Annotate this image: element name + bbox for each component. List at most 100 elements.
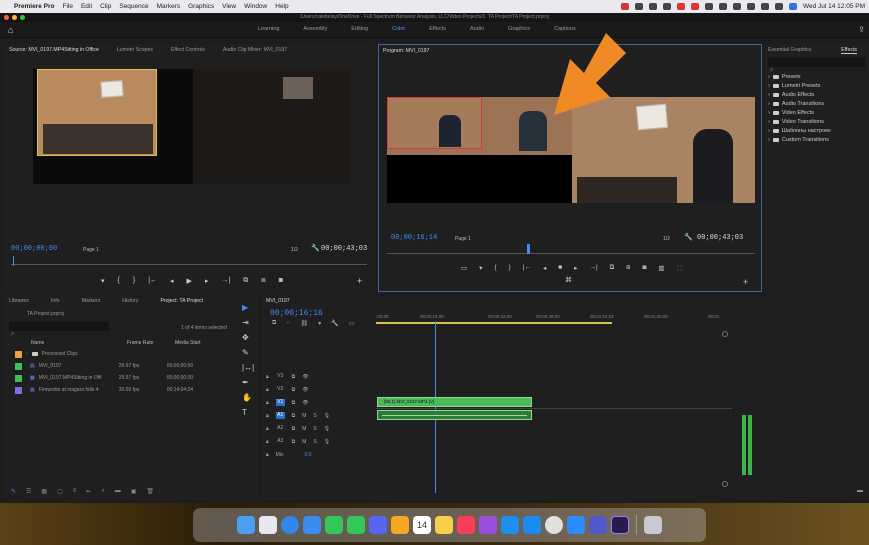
close-window-button[interactable]: [4, 15, 9, 20]
icon-view-icon[interactable]: ▦: [41, 488, 47, 495]
project-row-processed-clips[interactable]: › Processed Clips: [5, 349, 235, 359]
menu-edit[interactable]: Edit: [81, 3, 92, 10]
menu-graphics[interactable]: Graphics: [188, 3, 214, 10]
track-label[interactable]: V3: [276, 373, 285, 380]
search-icon[interactable]: [760, 3, 769, 10]
workspace-tab-audio[interactable]: Audio: [470, 26, 484, 32]
lock-icon[interactable]: 🔒︎: [266, 439, 269, 445]
program-step-fwd-icon[interactable]: ▸: [574, 264, 577, 272]
step-forward-icon[interactable]: ▸: [205, 277, 209, 285]
app-menu[interactable]: Premiere Pro: [14, 3, 54, 10]
tab-history[interactable]: History: [122, 298, 138, 304]
overwrite-icon[interactable]: ⧈: [261, 277, 265, 285]
wrench-icon[interactable]: 🔧: [311, 244, 320, 252]
program-marker-icon[interactable]: ▾: [479, 264, 482, 272]
timeline-ruler[interactable]: ;00;00 00;00;16;00 00;00;32;00 00;00;48;…: [376, 309, 730, 325]
insert-icon[interactable]: ⧉: [243, 277, 248, 285]
menu-sequence[interactable]: Sequence: [119, 3, 148, 10]
project-row-clip-fireworks[interactable]: ▦ Fireworks at niagara falls 4 30.00 fps…: [5, 385, 235, 395]
freeform-view-icon[interactable]: ▢: [57, 488, 63, 495]
lift-icon[interactable]: ⧉: [610, 264, 615, 272]
toggle-sync-icon[interactable]: ⧉: [292, 374, 296, 380]
column-frame-rate[interactable]: Frame Rate: [127, 340, 153, 346]
mute-icon[interactable]: M: [302, 413, 306, 419]
program-playhead[interactable]: [527, 244, 530, 254]
track-label[interactable]: A2: [276, 425, 285, 432]
solo-icon[interactable]: S: [313, 426, 316, 432]
program-wrench-icon[interactable]: 🔧: [684, 233, 693, 241]
track-v2[interactable]: 🔒︎ V2 ⧉ 👁︎: [266, 384, 376, 395]
program-zoom[interactable]: 1/2: [663, 236, 670, 242]
source-timecode[interactable]: 00;00;00;00: [11, 245, 57, 253]
sort-icon[interactable]: ≡: [73, 488, 77, 495]
effects-search[interactable]: ⌕: [768, 58, 865, 73]
project-row-clip-office[interactable]: ▦ MVI_0197.MP4Sitting in Offi 29.97 fps …: [5, 373, 235, 383]
mark-out-icon[interactable]: }: [133, 277, 135, 285]
workspace-tab-effects[interactable]: Effects: [429, 26, 446, 32]
trash-icon[interactable]: 🗑: [146, 488, 154, 495]
clock[interactable]: Wed Jul 14 12:05 PM: [803, 3, 865, 10]
workspace-tab-assembly[interactable]: Assembly: [303, 26, 327, 32]
panel-menu-icon[interactable]: ▬: [857, 488, 863, 494]
workspace-tab-captions[interactable]: Captions: [554, 26, 576, 32]
timeline-scroll-right[interactable]: [722, 331, 728, 337]
display-icon[interactable]: [662, 3, 671, 10]
menu-clip[interactable]: Clip: [100, 3, 111, 10]
timeline-scroll-bottom[interactable]: [722, 481, 728, 487]
menu-view[interactable]: View: [222, 3, 236, 10]
new-bin-icon[interactable]: ▬: [115, 488, 121, 495]
facetime-icon[interactable]: [325, 516, 343, 534]
program-go-out-icon[interactable]: →|: [589, 264, 597, 272]
workspace-tab-graphics[interactable]: Graphics: [508, 26, 530, 32]
premiere-pro-icon[interactable]: [611, 516, 629, 534]
menu-file[interactable]: File: [62, 3, 72, 10]
program-stop-icon[interactable]: ■: [558, 264, 562, 272]
grid-icon[interactable]: [704, 3, 713, 10]
lock-icon[interactable]: 🔒︎: [266, 387, 269, 393]
selection-tool-icon[interactable]: ▶: [242, 303, 254, 312]
drive-icon[interactable]: [648, 3, 657, 10]
discord-icon[interactable]: [369, 516, 387, 534]
solo-icon[interactable]: S: [313, 439, 316, 445]
app-store-icon[interactable]: [523, 516, 541, 534]
record-icon[interactable]: [676, 3, 685, 10]
program-step-back-icon[interactable]: ◂: [543, 264, 546, 272]
effects-item-audio-transitions[interactable]: › Audio Transitions: [768, 99, 831, 108]
track-a2[interactable]: 🔒︎ A2 ⧉ M S 🎙︎: [266, 423, 376, 434]
program-mark-out-icon[interactable]: }: [509, 264, 511, 272]
program-page-label[interactable]: Page 1: [455, 236, 471, 242]
track-v1[interactable]: 🔒︎ V1 ⧉ 👁︎: [266, 397, 376, 408]
effects-item-presets-ru[interactable]: › Шаблоны настроек: [768, 126, 831, 135]
effects-item-presets[interactable]: › Presets: [768, 72, 831, 81]
track-mix[interactable]: 🔒︎ Mix 0.0: [266, 449, 376, 460]
trash-dock-icon[interactable]: [644, 516, 662, 534]
effects-item-audio-effects[interactable]: › Audio Effects: [768, 90, 831, 99]
eye-icon[interactable]: 👁︎: [302, 374, 308, 380]
workspace-tab-color[interactable]: Color: [392, 26, 405, 32]
type-tool-icon[interactable]: T: [242, 408, 254, 417]
lock-icon[interactable]: 🔒︎: [266, 452, 269, 458]
track-label[interactable]: A3: [276, 438, 285, 445]
slip-tool-icon[interactable]: |↔|: [242, 363, 254, 372]
razor-tool-icon[interactable]: ✎: [242, 348, 254, 357]
project-search[interactable]: ⌕: [9, 322, 109, 337]
source-video-frame[interactable]: [33, 69, 351, 184]
tab-sequence[interactable]: MVI_0197: [266, 298, 290, 304]
tab-project[interactable]: Project: TA Project: [160, 298, 202, 304]
audio-clip[interactable]: [377, 410, 532, 420]
podcasts-icon[interactable]: [479, 516, 497, 534]
add-marker-timeline-icon[interactable]: ▾: [318, 320, 321, 327]
source-page-label[interactable]: Page 1: [83, 247, 99, 253]
cast-icon[interactable]: [690, 3, 699, 10]
safari-icon[interactable]: [281, 516, 299, 534]
vr-icon[interactable]: ⬚: [677, 264, 683, 272]
work-area-bar[interactable]: [376, 322, 612, 324]
status-app-icon[interactable]: [620, 3, 629, 10]
go-to-in-icon[interactable]: |←: [148, 277, 157, 285]
program-mark-in-icon[interactable]: {: [494, 264, 496, 272]
pencil-icon[interactable]: ✎: [11, 488, 16, 495]
solo-icon[interactable]: S: [313, 413, 316, 419]
extract-icon[interactable]: ⧈: [626, 264, 630, 272]
bluetooth-icon[interactable]: [718, 3, 727, 10]
menu-markers[interactable]: Markers: [157, 3, 180, 10]
